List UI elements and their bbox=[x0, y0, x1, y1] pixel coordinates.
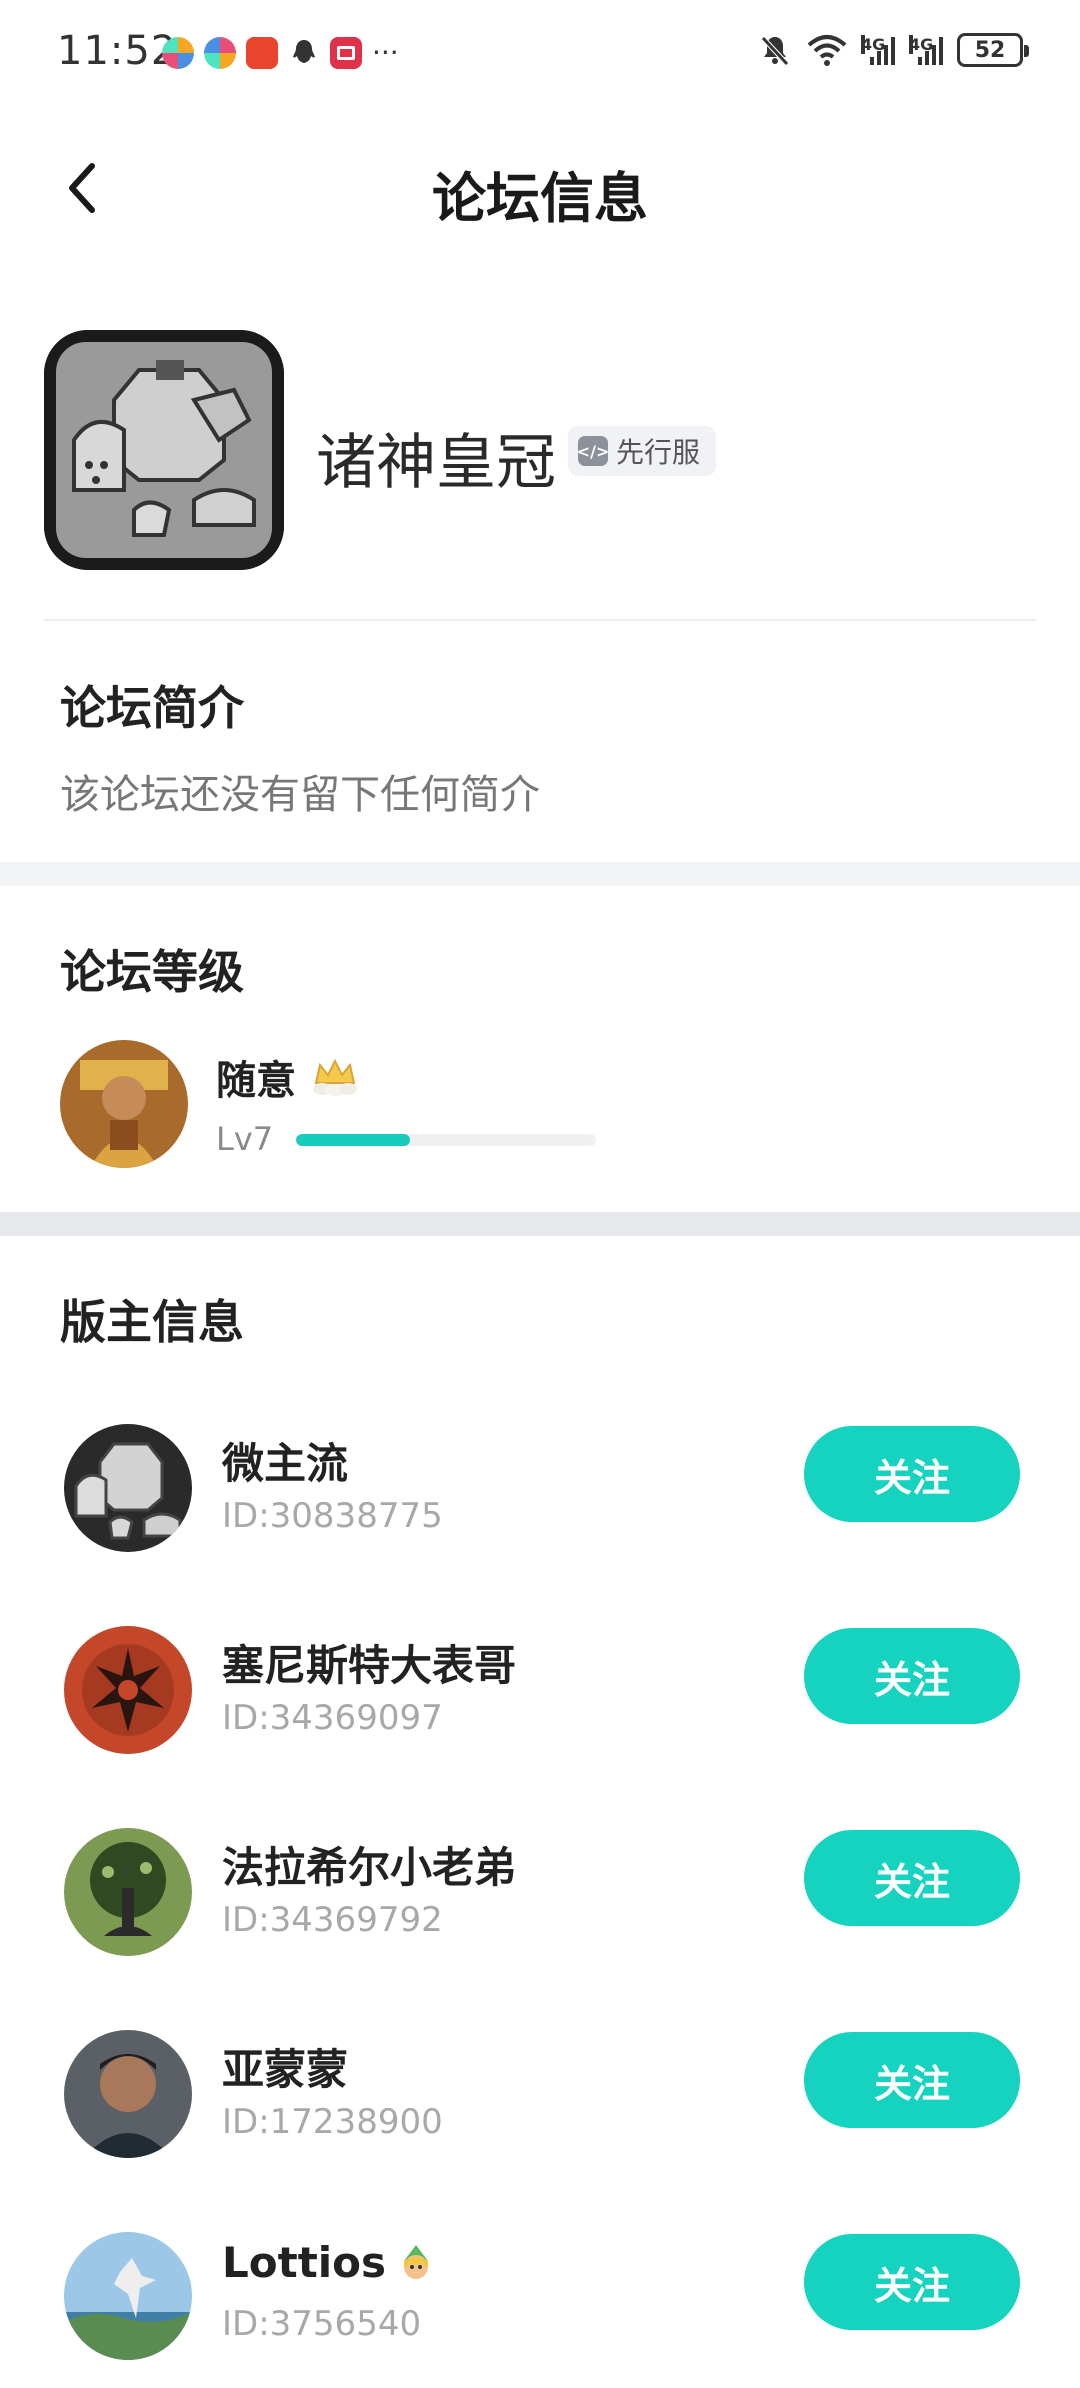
moderator-id: ID:30838775 bbox=[222, 1496, 443, 1536]
signal-icon: 4G bbox=[861, 35, 895, 65]
shop-notification-icon bbox=[246, 36, 278, 69]
moderators-title: 版主信息 bbox=[60, 1295, 244, 1349]
section-separator bbox=[0, 1212, 1080, 1236]
server-tag: </> 先行服 bbox=[568, 426, 717, 476]
avatar[interactable] bbox=[64, 2232, 192, 2360]
level-user-name: 随意 bbox=[216, 1058, 296, 1104]
avatar[interactable] bbox=[64, 2030, 192, 2158]
forum-info: 诸神皇冠 </> 先行服 bbox=[44, 330, 1044, 580]
notification-icons: ··· bbox=[162, 36, 399, 69]
status-right: 4G 4G 52 bbox=[757, 32, 1029, 68]
code-icon: </> bbox=[577, 436, 609, 466]
book-notification-icon bbox=[330, 36, 362, 69]
page-title: 论坛信息 bbox=[432, 167, 648, 230]
page-header: 论坛信息 bbox=[0, 130, 1080, 250]
moderator-id: ID:17238900 bbox=[222, 2102, 443, 2142]
moderator-name: 塞尼斯特大表哥 bbox=[222, 1641, 517, 1690]
signal-icon: 4G bbox=[909, 35, 943, 65]
wifi-icon bbox=[807, 35, 847, 66]
level-user: 随意 bbox=[216, 1048, 360, 1106]
moderator-name: 法拉希尔小老弟 bbox=[222, 1843, 517, 1892]
mute-bell-icon bbox=[761, 36, 789, 66]
more-notifications-icon: ··· bbox=[372, 36, 399, 69]
status-time: 11:52 bbox=[57, 28, 178, 74]
level-progress-fill bbox=[296, 1134, 410, 1146]
moderator-row: 亚蒙蒙 ID:17238900 关注 bbox=[0, 2010, 1080, 2170]
divider bbox=[44, 619, 1036, 621]
moderator-row: 微主流 ID:30838775 关注 bbox=[0, 1404, 1080, 1564]
avatar[interactable] bbox=[64, 1828, 192, 1956]
moderator-row: Lottios ID:3756540 关注 bbox=[0, 2212, 1080, 2372]
intro-text: 该论坛还没有留下任何简介 bbox=[60, 772, 540, 818]
forum-logo bbox=[44, 330, 284, 570]
moderator-id: ID:3756540 bbox=[222, 2304, 422, 2344]
qq-icon bbox=[293, 39, 315, 63]
avatar[interactable] bbox=[64, 1626, 192, 1754]
server-tag-label: 先行服 bbox=[616, 436, 701, 469]
forum-name: 诸神皇冠 bbox=[316, 428, 556, 498]
level-progress-bar bbox=[296, 1134, 596, 1146]
follow-button[interactable]: 关注 bbox=[804, 1628, 1020, 1724]
follow-button[interactable]: 关注 bbox=[804, 2032, 1020, 2128]
moderator-name: 亚蒙蒙 bbox=[222, 2045, 349, 2094]
moderator-id: ID:34369792 bbox=[222, 1900, 443, 1940]
moderator-name: 微主流 bbox=[222, 1439, 349, 1488]
crown-icon bbox=[313, 1058, 357, 1096]
intro-title: 论坛简介 bbox=[60, 681, 244, 735]
moderator-row: 法拉希尔小老弟 ID:34369792 关注 bbox=[0, 1808, 1080, 1968]
follow-button[interactable]: 关注 bbox=[804, 1426, 1020, 1522]
moderator-name: Lottios bbox=[222, 2238, 436, 2287]
level-label: Lv7 bbox=[216, 1120, 274, 1158]
app-notification-icon bbox=[162, 36, 194, 69]
app-notification-icon bbox=[204, 36, 236, 69]
elf-emoji-icon bbox=[404, 2244, 429, 2279]
follow-button[interactable]: 关注 bbox=[804, 1830, 1020, 1926]
status-bar: 11:52 ··· 4G 4G 52 bbox=[0, 0, 1080, 104]
avatar[interactable] bbox=[60, 1040, 188, 1168]
moderator-name-text: Lottios bbox=[222, 2238, 387, 2287]
battery-indicator: 52 bbox=[957, 33, 1029, 67]
follow-button[interactable]: 关注 bbox=[804, 2234, 1020, 2330]
moderator-id: ID:34369097 bbox=[222, 1698, 443, 1738]
avatar[interactable] bbox=[64, 1424, 192, 1552]
section-separator bbox=[0, 862, 1080, 886]
level-title: 论坛等级 bbox=[60, 945, 244, 999]
moderator-row: 塞尼斯特大表哥 ID:34369097 关注 bbox=[0, 1606, 1080, 1766]
